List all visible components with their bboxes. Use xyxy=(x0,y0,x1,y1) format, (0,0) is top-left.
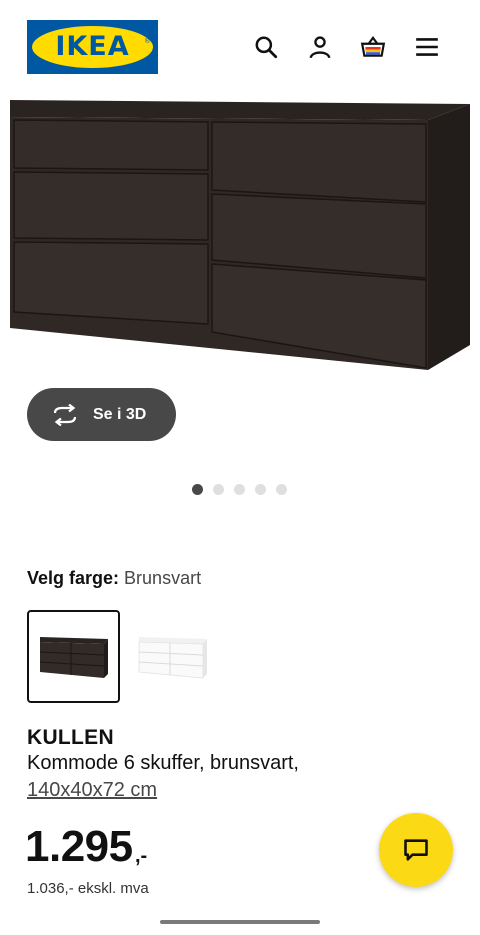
color-swatch-brunsvart[interactable] xyxy=(27,610,120,703)
price-suffix: ,- xyxy=(135,845,148,867)
product-dimensions-link[interactable]: 140x40x72 cm xyxy=(27,779,157,802)
chat-icon xyxy=(404,839,428,861)
color-label-prefix: Velg farge: xyxy=(27,568,120,588)
carousel-dot[interactable] xyxy=(234,484,245,495)
profile-icon[interactable] xyxy=(306,33,334,61)
rotate-3d-icon xyxy=(53,403,77,426)
product-price: 1.295 xyxy=(25,822,133,871)
dresser-thumbnail-white xyxy=(138,636,207,678)
view-3d-button[interactable]: Se i 3D xyxy=(27,388,176,441)
color-selector-label: Velg farge: Brunsvart xyxy=(27,568,201,589)
view-3d-label: Se i 3D xyxy=(93,405,147,423)
menu-icon[interactable] xyxy=(413,33,441,61)
home-indicator[interactable] xyxy=(160,920,320,924)
product-image[interactable] xyxy=(0,90,480,380)
dresser-image xyxy=(10,100,470,370)
carousel-indicator xyxy=(192,484,287,495)
product-description: Kommode 6 skuffer, brunsvart, xyxy=(27,752,299,774)
basket-icon[interactable] xyxy=(359,33,387,61)
selected-color-value: Brunsvart xyxy=(124,568,202,588)
chat-button[interactable] xyxy=(379,813,453,887)
carousel-dot[interactable] xyxy=(213,484,224,495)
carousel-dot[interactable] xyxy=(192,484,203,495)
price-excl-vat: 1.036,- ekskl. mva xyxy=(27,880,149,897)
logo-registered-mark: ® xyxy=(144,38,150,45)
color-swatch-hvit[interactable] xyxy=(126,610,219,703)
search-icon[interactable] xyxy=(252,33,280,61)
dresser-thumbnail-dark xyxy=(39,636,108,678)
logo-text: IKEA xyxy=(55,31,130,62)
ikea-logo[interactable]: IKEA ® xyxy=(27,20,158,74)
product-name: KULLEN xyxy=(27,726,114,749)
app-header: IKEA ® xyxy=(0,0,480,95)
carousel-dot[interactable] xyxy=(255,484,266,495)
carousel-dot[interactable] xyxy=(276,484,287,495)
